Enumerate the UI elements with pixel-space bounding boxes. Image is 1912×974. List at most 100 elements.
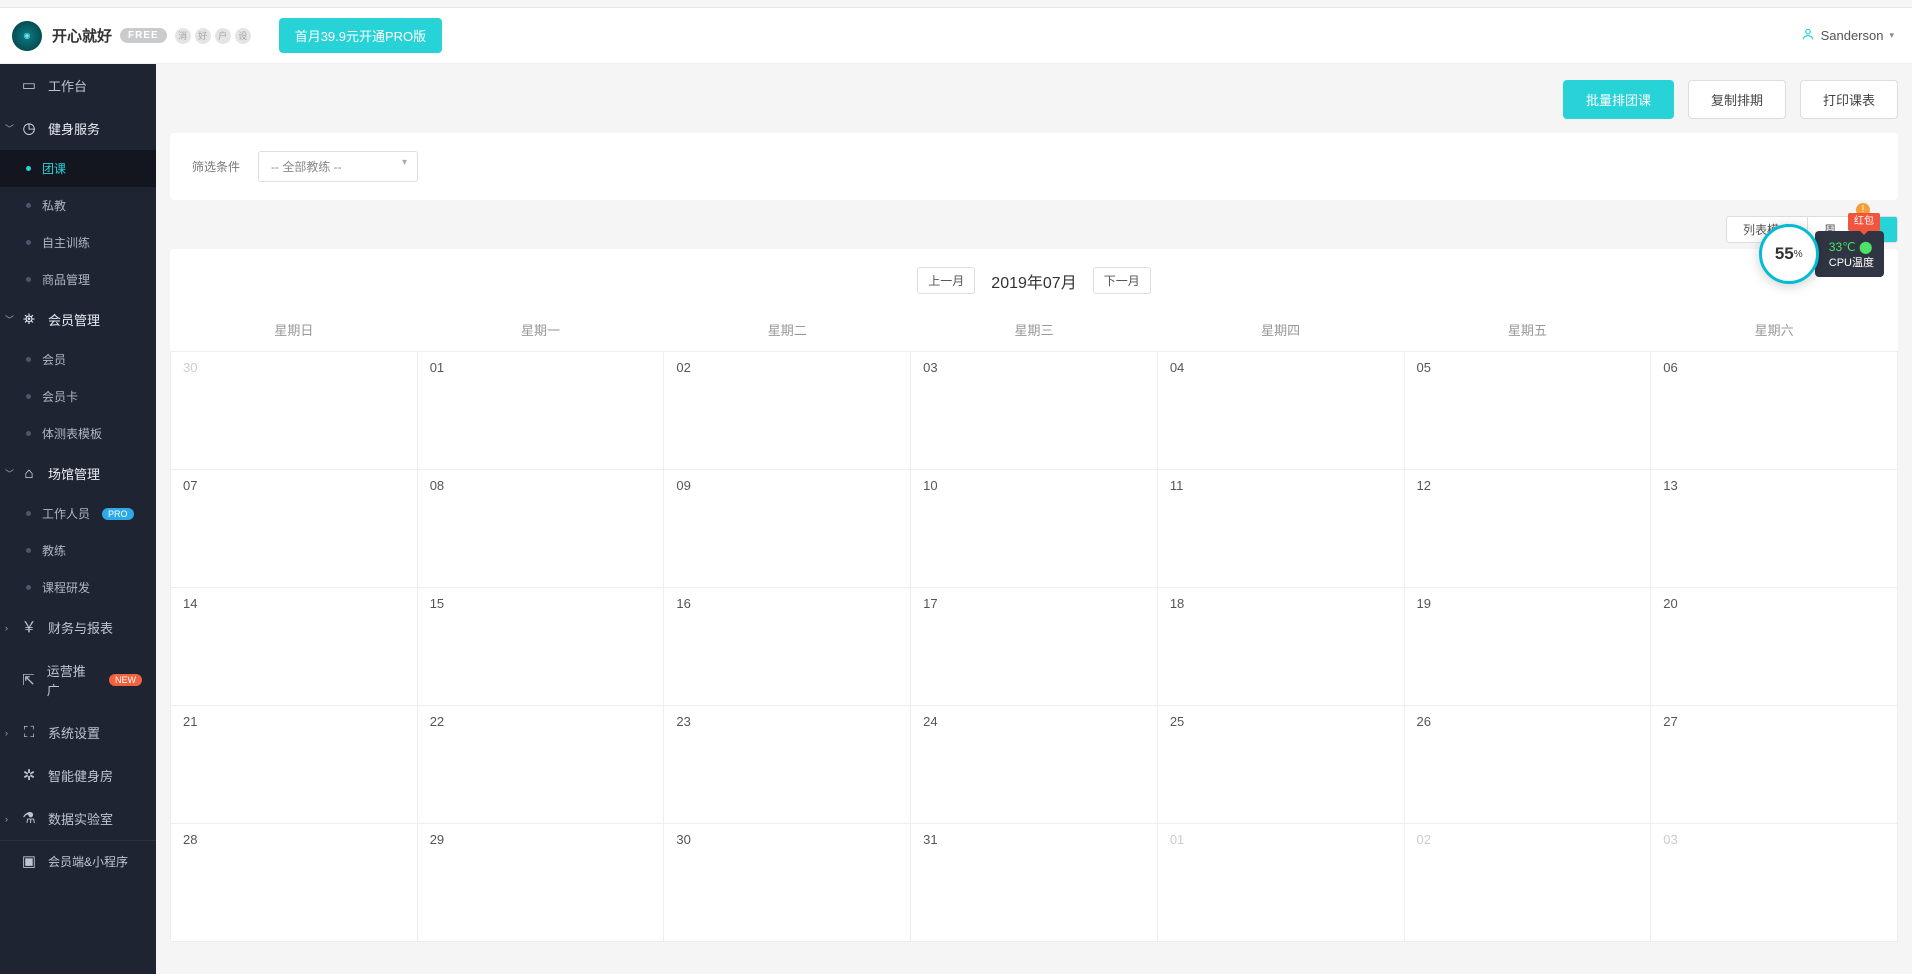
calendar-header: 上一月 2019年07月 下一月 bbox=[170, 267, 1898, 294]
menu-icon: ￥ bbox=[20, 620, 38, 635]
sidebar-item[interactable]: ﹀⛯会员管理 bbox=[0, 298, 156, 341]
weekday-header: 星期一 bbox=[417, 308, 664, 352]
sidebar-sub-item[interactable]: 团课 bbox=[0, 150, 156, 187]
print-schedule-button[interactable]: 打印课表 bbox=[1800, 80, 1898, 119]
miniapp-icon: ▣ bbox=[20, 854, 38, 869]
calendar-day-cell[interactable]: 31 bbox=[911, 824, 1158, 942]
user-icon bbox=[1801, 27, 1815, 44]
cpu-widget[interactable]: 55% ! 红包 33℃ ⬤ CPU温度 bbox=[1759, 224, 1884, 284]
header-dot[interactable]: 户 bbox=[215, 28, 231, 44]
weekday-header: 星期二 bbox=[664, 308, 911, 352]
calendar-day-cell[interactable]: 26 bbox=[1404, 706, 1651, 824]
next-month-button[interactable]: 下一月 bbox=[1093, 267, 1151, 294]
calendar-day-cell[interactable]: 10 bbox=[911, 470, 1158, 588]
sidebar-item[interactable]: ✲智能健身房 bbox=[0, 754, 156, 797]
calendar-day-cell[interactable]: 17 bbox=[911, 588, 1158, 706]
app-logo-icon: ◉ bbox=[12, 21, 42, 51]
prev-month-button[interactable]: 上一月 bbox=[917, 267, 975, 294]
calendar-day-cell[interactable]: 23 bbox=[664, 706, 911, 824]
calendar-day-cell[interactable]: 29 bbox=[417, 824, 664, 942]
menu-icon: ⚗ bbox=[20, 811, 38, 826]
chevron-down-icon: ﹀ bbox=[5, 313, 14, 326]
promo-button[interactable]: 首月39.9元开通PRO版 bbox=[279, 18, 442, 53]
sidebar-sub-item[interactable]: 商品管理 bbox=[0, 261, 156, 298]
calendar-day-cell[interactable]: 11 bbox=[1157, 470, 1404, 588]
red-envelope-flag[interactable]: 红包 bbox=[1848, 213, 1880, 231]
calendar-day-cell[interactable]: 19 bbox=[1404, 588, 1651, 706]
calendar-day-cell[interactable]: 02 bbox=[1404, 824, 1651, 942]
calendar-day-cell[interactable]: 16 bbox=[664, 588, 911, 706]
sidebar-item[interactable]: ›⚗数据实验室 bbox=[0, 797, 156, 840]
sidebar-item[interactable]: ▭工作台 bbox=[0, 64, 156, 107]
chevron-right-icon: › bbox=[5, 814, 8, 824]
weekday-header: 星期三 bbox=[911, 308, 1158, 352]
menu-icon: ✲ bbox=[20, 768, 38, 783]
calendar-day-cell[interactable]: 01 bbox=[1157, 824, 1404, 942]
badge: PRO bbox=[102, 508, 134, 520]
sidebar-sub-item[interactable]: 会员 bbox=[0, 341, 156, 378]
coach-filter-select[interactable]: -- 全部教练 -- bbox=[258, 151, 418, 182]
sidebar-footer-item[interactable]: ▣会员端&小程序 bbox=[0, 840, 156, 882]
calendar-day-cell[interactable]: 25 bbox=[1157, 706, 1404, 824]
header-dot[interactable]: 设 bbox=[235, 28, 251, 44]
badge: NEW bbox=[109, 674, 142, 686]
calendar-day-cell[interactable]: 07 bbox=[171, 470, 418, 588]
calendar-day-cell[interactable]: 20 bbox=[1651, 588, 1898, 706]
calendar-day-cell[interactable]: 08 bbox=[417, 470, 664, 588]
calendar-day-cell[interactable]: 30 bbox=[664, 824, 911, 942]
sidebar-sub-item[interactable]: 课程研发 bbox=[0, 569, 156, 606]
chevron-right-icon: › bbox=[5, 623, 8, 633]
sidebar-sub-item[interactable]: 教练 bbox=[0, 532, 156, 569]
calendar-day-cell[interactable]: 18 bbox=[1157, 588, 1404, 706]
menu-icon: ⛯ bbox=[20, 312, 38, 327]
calendar-day-cell[interactable]: 27 bbox=[1651, 706, 1898, 824]
username: Sanderson bbox=[1821, 28, 1884, 43]
sidebar-sub-item[interactable]: 私教 bbox=[0, 187, 156, 224]
calendar-day-cell[interactable]: 04 bbox=[1157, 352, 1404, 470]
calendar-day-cell[interactable]: 14 bbox=[171, 588, 418, 706]
cpu-temp-label: CPU温度 bbox=[1829, 256, 1874, 271]
calendar-day-cell[interactable]: 02 bbox=[664, 352, 911, 470]
calendar-day-cell[interactable]: 24 bbox=[911, 706, 1158, 824]
calendar-day-cell[interactable]: 21 bbox=[171, 706, 418, 824]
header-dot[interactable]: 消 bbox=[175, 28, 191, 44]
calendar-day-cell[interactable]: 06 bbox=[1651, 352, 1898, 470]
calendar-day-cell[interactable]: 03 bbox=[1651, 824, 1898, 942]
bulk-schedule-button[interactable]: 批量排团课 bbox=[1563, 80, 1674, 119]
calendar-day-cell[interactable]: 22 bbox=[417, 706, 664, 824]
sidebar-sub-item[interactable]: 会员卡 bbox=[0, 378, 156, 415]
sidebar-sub-item[interactable]: 工作人员PRO bbox=[0, 495, 156, 532]
calendar-day-cell[interactable]: 12 bbox=[1404, 470, 1651, 588]
calendar-day-cell[interactable]: 01 bbox=[417, 352, 664, 470]
menu-icon: ▭ bbox=[20, 78, 38, 93]
calendar-day-cell[interactable]: 28 bbox=[171, 824, 418, 942]
main-content: 批量排团课 复制排期 打印课表 筛选条件 -- 全部教练 -- 列表模式 周 月… bbox=[156, 64, 1912, 974]
weekday-header: 星期六 bbox=[1651, 308, 1898, 352]
user-menu[interactable]: Sanderson ▾ bbox=[1801, 27, 1894, 44]
weekday-header: 星期四 bbox=[1157, 308, 1404, 352]
copy-schedule-button[interactable]: 复制排期 bbox=[1688, 80, 1786, 119]
free-badge: FREE bbox=[120, 28, 167, 43]
chevron-down-icon: ▾ bbox=[1889, 30, 1894, 41]
calendar-day-cell[interactable]: 13 bbox=[1651, 470, 1898, 588]
calendar: 上一月 2019年07月 下一月 星期日星期一星期二星期三星期四星期五星期六 3… bbox=[170, 249, 1898, 942]
sidebar-item[interactable]: ›￥财务与报表 bbox=[0, 606, 156, 649]
calendar-grid: 星期日星期一星期二星期三星期四星期五星期六 300102030405060708… bbox=[170, 308, 1898, 942]
header-dot[interactable]: 好 bbox=[195, 28, 211, 44]
sidebar-item[interactable]: ﹀◷健身服务 bbox=[0, 107, 156, 150]
calendar-title: 2019年07月 bbox=[991, 269, 1076, 293]
sidebar-item[interactable]: ›⛶系统设置 bbox=[0, 711, 156, 754]
header-shortcut-dots: 消好户设 bbox=[175, 28, 251, 44]
weekday-header: 星期日 bbox=[171, 308, 418, 352]
sidebar-item[interactable]: ⇱运营推广NEW bbox=[0, 649, 156, 711]
sidebar-item[interactable]: ﹀⌂场馆管理 bbox=[0, 452, 156, 495]
calendar-day-cell[interactable]: 03 bbox=[911, 352, 1158, 470]
cpu-info: ! 红包 33℃ ⬤ CPU温度 bbox=[1815, 231, 1884, 277]
chevron-down-icon: ﹀ bbox=[5, 122, 14, 135]
sidebar-sub-item[interactable]: 体测表模板 bbox=[0, 415, 156, 452]
calendar-day-cell[interactable]: 15 bbox=[417, 588, 664, 706]
calendar-day-cell[interactable]: 09 bbox=[664, 470, 911, 588]
sidebar-sub-item[interactable]: 自主训练 bbox=[0, 224, 156, 261]
calendar-day-cell[interactable]: 05 bbox=[1404, 352, 1651, 470]
calendar-day-cell[interactable]: 30 bbox=[171, 352, 418, 470]
